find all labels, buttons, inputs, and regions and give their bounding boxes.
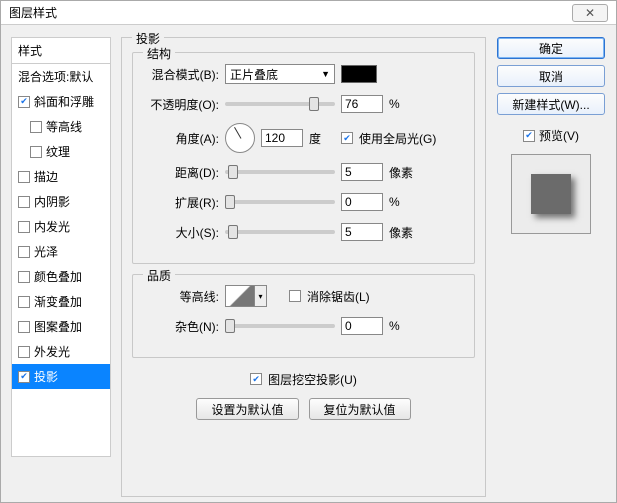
- opacity-unit: %: [389, 97, 415, 111]
- sidebar-checkbox-12[interactable]: [18, 371, 30, 383]
- angle-unit: 度: [309, 130, 335, 147]
- distance-unit: 像素: [389, 164, 415, 181]
- blend-mode-select[interactable]: 正片叠底 ▼: [225, 64, 335, 84]
- preview-shape: [531, 174, 571, 214]
- quality-title: 品质: [143, 267, 175, 284]
- sidebar-checkbox-4[interactable]: [18, 171, 30, 183]
- sidebar-checkbox-11[interactable]: [18, 346, 30, 358]
- new-style-button[interactable]: 新建样式(W)...: [497, 93, 605, 115]
- noise-slider[interactable]: [225, 324, 335, 328]
- chevron-down-icon: ▼: [321, 69, 330, 79]
- spread-input[interactable]: 0: [341, 193, 383, 211]
- blend-mode-label: 混合模式(B):: [145, 66, 219, 83]
- antialias-checkbox[interactable]: [289, 290, 301, 302]
- titlebar: 图层样式 ✕: [1, 1, 616, 25]
- styles-list: 样式 混合选项:默认斜面和浮雕等高线纹理描边内阴影内发光光泽颜色叠加渐变叠加图案…: [11, 37, 111, 457]
- sidebar-item-4[interactable]: 描边: [12, 164, 110, 189]
- size-input[interactable]: 5: [341, 223, 383, 241]
- distance-input[interactable]: 5: [341, 163, 383, 181]
- contour-dropdown[interactable]: ▾: [255, 285, 267, 307]
- sidebar-checkbox-8[interactable]: [18, 271, 30, 283]
- structure-title: 结构: [143, 45, 175, 62]
- sidebar-item-label: 颜色叠加: [34, 268, 82, 285]
- sidebar-item-label: 外发光: [34, 343, 70, 360]
- sidebar-checkbox-5[interactable]: [18, 196, 30, 208]
- sidebar-item-11[interactable]: 外发光: [12, 339, 110, 364]
- cancel-button[interactable]: 取消: [497, 65, 605, 87]
- sidebar-item-8[interactable]: 颜色叠加: [12, 264, 110, 289]
- sidebar-checkbox-2[interactable]: [30, 121, 42, 133]
- reset-default-button[interactable]: 复位为默认值: [309, 398, 411, 420]
- sidebar-item-label: 内阴影: [34, 193, 70, 210]
- structure-group: 结构 混合模式(B): 正片叠底 ▼ 不透明度(O): 76 %: [132, 52, 475, 264]
- sidebar-item-1[interactable]: 斜面和浮雕: [12, 89, 110, 114]
- sidebar-checkbox-3[interactable]: [30, 146, 42, 158]
- right-panel: 确定 取消 新建样式(W)... 预览(V): [496, 37, 606, 490]
- sidebar-item-label: 描边: [34, 168, 58, 185]
- sidebar-checkbox-10[interactable]: [18, 321, 30, 333]
- close-button[interactable]: ✕: [572, 4, 608, 22]
- shadow-color-swatch[interactable]: [341, 65, 377, 83]
- sidebar-item-3[interactable]: 纹理: [12, 139, 110, 164]
- sidebar-header: 样式: [12, 38, 110, 64]
- distance-label: 距离(D):: [145, 164, 219, 181]
- sidebar-item-label: 投影: [34, 368, 58, 385]
- sidebar-item-6[interactable]: 内发光: [12, 214, 110, 239]
- size-label: 大小(S):: [145, 224, 219, 241]
- sidebar-item-2[interactable]: 等高线: [12, 114, 110, 139]
- preview-thumbnail: [511, 154, 591, 234]
- window-title: 图层样式: [9, 4, 57, 21]
- opacity-slider[interactable]: [225, 102, 335, 106]
- sidebar-checkbox-9[interactable]: [18, 296, 30, 308]
- knockout-label: 图层挖空投影(U): [268, 371, 357, 388]
- sidebar-item-12[interactable]: 投影: [12, 364, 110, 389]
- sidebar-item-label: 光泽: [34, 243, 58, 260]
- distance-slider[interactable]: [225, 170, 335, 174]
- noise-input[interactable]: 0: [341, 317, 383, 335]
- sidebar-item-5[interactable]: 内阴影: [12, 189, 110, 214]
- global-light-label: 使用全局光(G): [359, 130, 436, 147]
- spread-unit: %: [389, 195, 415, 209]
- opacity-label: 不透明度(O):: [145, 96, 219, 113]
- sidebar-item-9[interactable]: 渐变叠加: [12, 289, 110, 314]
- spread-slider[interactable]: [225, 200, 335, 204]
- sidebar-item-label: 等高线: [46, 118, 82, 135]
- sidebar-checkbox-7[interactable]: [18, 246, 30, 258]
- sidebar-item-label: 斜面和浮雕: [34, 93, 94, 110]
- layer-style-dialog: 图层样式 ✕ 样式 混合选项:默认斜面和浮雕等高线纹理描边内阴影内发光光泽颜色叠…: [0, 0, 617, 503]
- preview-checkbox[interactable]: [523, 130, 535, 142]
- size-slider[interactable]: [225, 230, 335, 234]
- sidebar-item-label: 图案叠加: [34, 318, 82, 335]
- styles-sidebar: 样式 混合选项:默认斜面和浮雕等高线纹理描边内阴影内发光光泽颜色叠加渐变叠加图案…: [11, 37, 111, 490]
- angle-label: 角度(A):: [145, 130, 219, 147]
- angle-dial[interactable]: [225, 123, 255, 153]
- sidebar-item-label: 纹理: [46, 143, 70, 160]
- global-light-checkbox[interactable]: [341, 132, 353, 144]
- spread-label: 扩展(R):: [145, 194, 219, 211]
- angle-input[interactable]: 120: [261, 129, 303, 147]
- contour-picker[interactable]: [225, 285, 255, 307]
- size-unit: 像素: [389, 224, 415, 241]
- contour-label: 等高线:: [145, 288, 219, 305]
- knockout-checkbox[interactable]: [250, 373, 262, 385]
- ok-button[interactable]: 确定: [497, 37, 605, 59]
- preview-label: 预览(V): [539, 127, 579, 144]
- sidebar-item-7[interactable]: 光泽: [12, 239, 110, 264]
- opacity-input[interactable]: 76: [341, 95, 383, 113]
- sidebar-item-label: 混合选项:默认: [18, 68, 93, 85]
- sidebar-item-10[interactable]: 图案叠加: [12, 314, 110, 339]
- sidebar-checkbox-1[interactable]: [18, 96, 30, 108]
- antialias-label: 消除锯齿(L): [307, 288, 370, 305]
- make-default-button[interactable]: 设置为默认值: [196, 398, 298, 420]
- noise-unit: %: [389, 319, 415, 333]
- close-icon: ✕: [585, 6, 595, 20]
- sidebar-item-label: 渐变叠加: [34, 293, 82, 310]
- sidebar-checkbox-6[interactable]: [18, 221, 30, 233]
- noise-label: 杂色(N):: [145, 318, 219, 335]
- sidebar-item-0[interactable]: 混合选项:默认: [12, 64, 110, 89]
- quality-group: 品质 等高线: ▾ 消除锯齿(L) 杂色(N):: [132, 274, 475, 358]
- sidebar-item-label: 内发光: [34, 218, 70, 235]
- options-panel: 投影 结构 混合模式(B): 正片叠底 ▼ 不透明度(O):: [121, 37, 486, 490]
